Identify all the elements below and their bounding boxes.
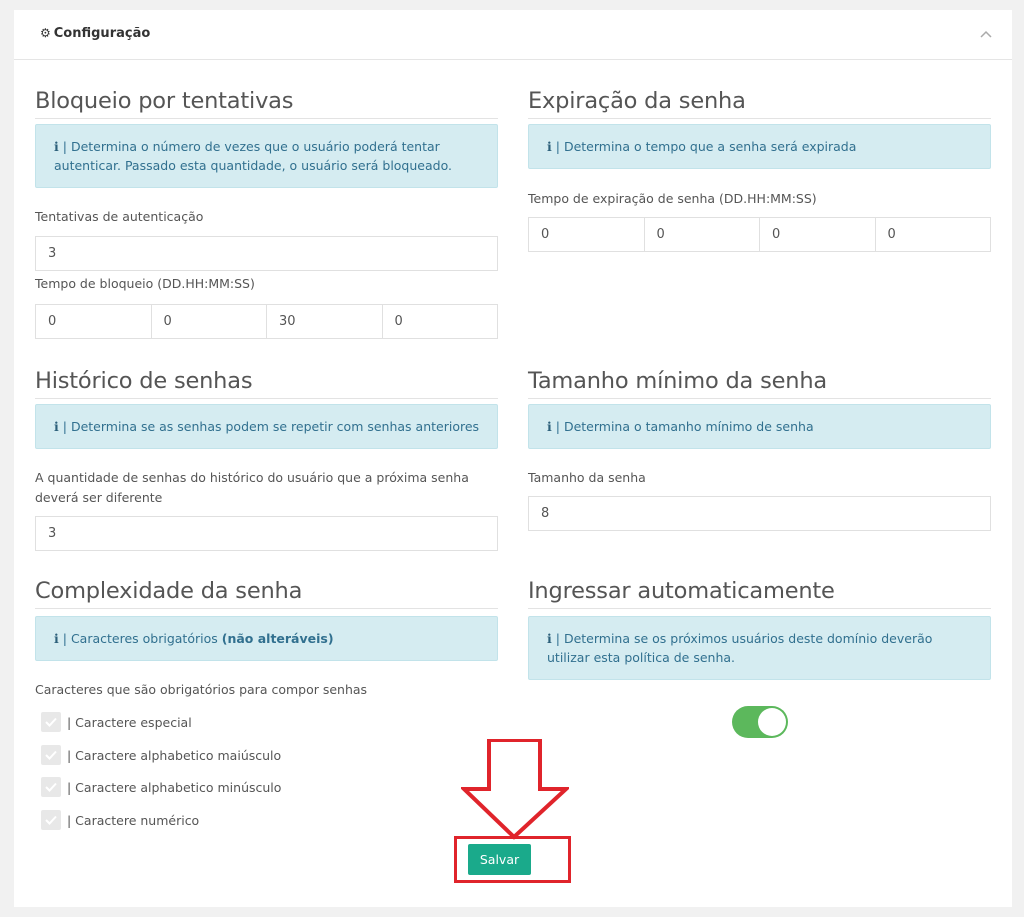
checkbox-label: | Caractere numérico (67, 812, 200, 828)
history-label: A quantidade de senhas do histórico do u… (35, 470, 469, 505)
gear-icon: ⚙ (40, 26, 51, 40)
complexity-label: Caracteres que são obrigatórios para com… (35, 682, 368, 697)
attempts-input[interactable]: 3 (35, 236, 498, 271)
min-length-input[interactable]: 8 (528, 496, 991, 531)
auto-join-title: Ingressar automaticamente (528, 576, 991, 609)
expiration-duration-group: 0 0 0 0 (528, 217, 991, 252)
min-length-info-alert: i | Determina o tamanho mínimo de senha (528, 404, 991, 449)
min-length-title: Tamanho mínimo da senha (528, 366, 991, 399)
lockout-info-text: Determina o número de vezes que o usuári… (54, 139, 452, 173)
checkbox-uppercase[interactable]: | Caractere alphabetico maiúsculo (41, 744, 281, 766)
checkmark-icon (41, 712, 61, 732)
complexity-info-alert: i | Caracteres obrigatórios (não alteráv… (35, 616, 498, 661)
lockout-minutes-input[interactable]: 30 (267, 304, 383, 339)
lockout-title: Bloqueio por tentativas (35, 86, 498, 119)
lockout-days-input[interactable]: 0 (35, 304, 152, 339)
checkmark-icon (41, 745, 61, 765)
info-separator: | (62, 419, 67, 434)
lockout-seconds-input[interactable]: 0 (382, 304, 498, 339)
checkbox-lowercase[interactable]: | Caractere alphabetico minúsculo (41, 776, 281, 798)
complexity-info-bold: (não alteráveis) (221, 631, 334, 646)
checkbox-special-char[interactable]: | Caractere especial (41, 711, 192, 733)
panel-title: ⚙ Configuração (40, 26, 150, 41)
checkbox-numeric[interactable]: | Caractere numérico (41, 809, 199, 831)
min-length-label: Tamanho da senha (528, 470, 646, 485)
panel-title-text: Configuração (53, 26, 151, 41)
expiration-seconds-input[interactable]: 0 (875, 217, 991, 252)
info-icon: i (547, 139, 552, 154)
expiration-days-input[interactable]: 0 (528, 217, 645, 252)
history-info-alert: i | Determina se as senhas podem se repe… (35, 404, 498, 449)
info-separator: | (62, 139, 67, 154)
info-separator: | (62, 631, 67, 646)
auto-join-section: Ingressar automaticamente i | Determina … (528, 576, 991, 738)
history-input[interactable]: 3 (35, 516, 498, 551)
panel-header: ⚙ Configuração (14, 10, 1012, 60)
toggle-knob (758, 708, 786, 736)
complexity-info-text: Caracteres obrigatórios (70, 631, 218, 646)
info-icon: i (54, 419, 59, 434)
checkmark-icon (41, 810, 61, 830)
expiration-title: Expiração da senha (528, 86, 991, 119)
expiration-hours-input[interactable]: 0 (644, 217, 760, 252)
expiration-duration-label: Tempo de expiração de senha (DD.HH:MM:SS… (528, 191, 817, 206)
info-separator: | (555, 139, 560, 154)
info-icon: i (547, 419, 552, 434)
info-icon: i (54, 631, 59, 646)
checkmark-icon (41, 777, 61, 797)
attempts-label: Tentativas de autenticação (35, 209, 204, 224)
auto-join-info-alert: i | Determina se os próximos usuários de… (528, 616, 991, 680)
auto-join-info-text: Determina se os próximos usuários deste … (547, 631, 933, 665)
expiration-info-alert: i | Determina o tempo que a senha será e… (528, 124, 991, 169)
save-button[interactable]: Salvar (468, 844, 531, 875)
checkbox-label: | Caractere especial (67, 714, 192, 730)
history-info-text: Determina se as senhas podem se repetir … (70, 419, 480, 434)
complexity-title: Complexidade da senha (35, 576, 498, 609)
expiration-section: Expiração da senha i | Determina o tempo… (528, 86, 991, 252)
annotation-arrow-icon (461, 739, 569, 840)
chevron-up-icon[interactable] (978, 26, 994, 42)
lockout-duration-group: 0 0 30 0 (35, 304, 498, 339)
lockout-info-alert: i | Determina o número de vezes que o us… (35, 124, 498, 188)
lockout-duration-label: Tempo de bloqueio (DD.HH:MM:SS) (35, 276, 255, 291)
expiration-info-text: Determina o tempo que a senha será expir… (563, 139, 857, 154)
history-title: Histórico de senhas (35, 366, 498, 399)
expiration-minutes-input[interactable]: 0 (760, 217, 876, 252)
lockout-hours-input[interactable]: 0 (151, 304, 267, 339)
min-length-info-text: Determina o tamanho mínimo de senha (563, 419, 814, 434)
lockout-section: Bloqueio por tentativas i | Determina o … (35, 86, 498, 339)
checkbox-label: | Caractere alphabetico maiúsculo (67, 747, 282, 763)
info-separator: | (555, 631, 560, 646)
history-section: Histórico de senhas i | Determina se as … (35, 366, 498, 551)
info-separator: | (555, 419, 560, 434)
checkbox-label: | Caractere alphabetico minúsculo (67, 779, 282, 795)
info-icon: i (54, 139, 59, 154)
complexity-section: Complexidade da senha i | Caracteres obr… (35, 576, 498, 830)
info-icon: i (547, 631, 552, 646)
min-length-section: Tamanho mínimo da senha i | Determina o … (528, 366, 991, 531)
auto-join-toggle[interactable] (732, 706, 788, 738)
